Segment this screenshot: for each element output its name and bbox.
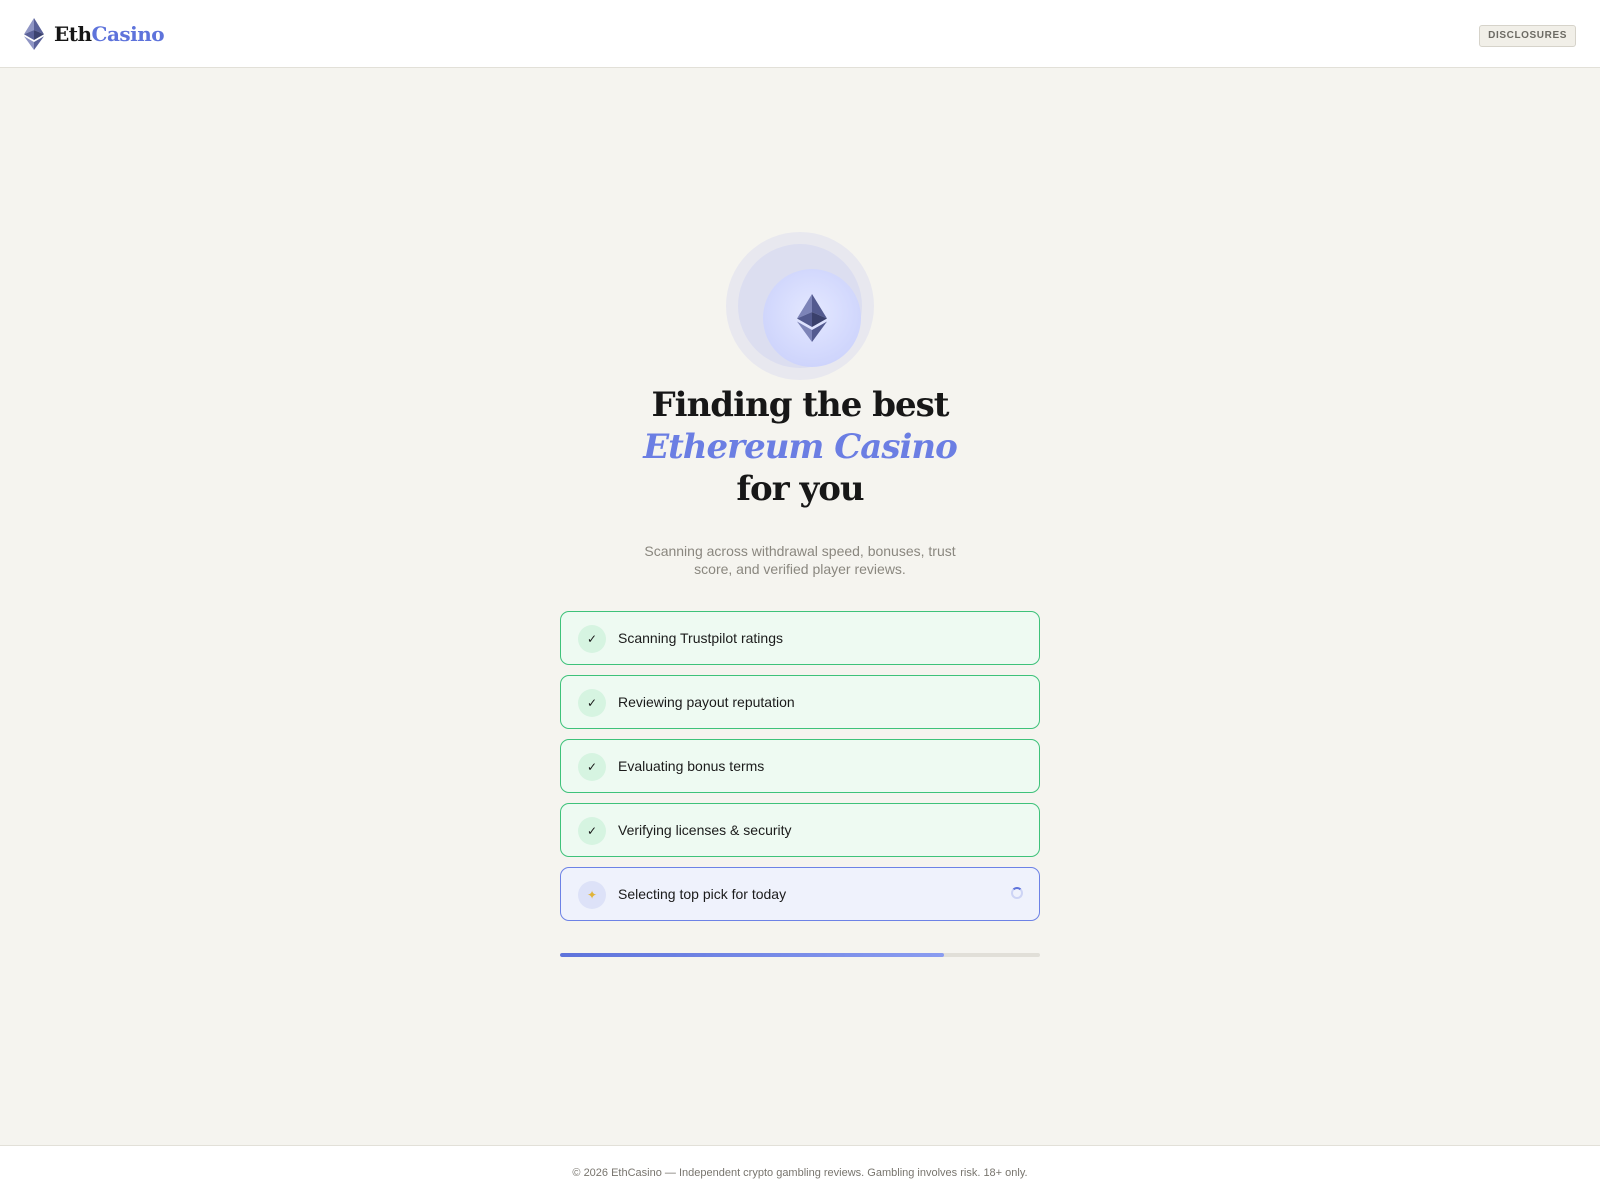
page-subtitle-line1: Scanning across withdrawal speed, bonuse… xyxy=(644,543,956,559)
step-payout: ✓ Reviewing payout reputation xyxy=(560,675,1040,729)
step-trustpilot: ✓ Scanning Trustpilot ratings xyxy=(560,611,1040,665)
page-title-line1: Finding the best xyxy=(651,385,950,425)
footer-text: © 2026 EthCasino — Independent crypto ga… xyxy=(572,1167,1028,1179)
disclosures-button[interactable]: DISCLOSURES xyxy=(1479,25,1576,47)
main-content: Finding the best Ethereum Casino for you… xyxy=(0,68,1600,1145)
hero-icon-ring xyxy=(738,244,862,368)
step-licenses: ✓ Verifying licenses & security xyxy=(560,803,1040,857)
site-footer: © 2026 EthCasino — Independent crypto ga… xyxy=(0,1145,1600,1200)
page-title: Finding the best Ethereum Casino for you xyxy=(500,384,1100,510)
progress-bar xyxy=(560,953,1040,957)
page-subtitle-line2: score, and verified player reviews. xyxy=(694,561,906,577)
scan-steps-list: ✓ Scanning Trustpilot ratings ✓ Reviewin… xyxy=(560,611,1040,931)
logo-text-eth: Eth xyxy=(54,22,92,46)
loading-spinner-icon xyxy=(1011,887,1023,899)
page-subtitle: Scanning across withdrawal speed, bonuse… xyxy=(600,542,1000,578)
check-icon: ✓ xyxy=(578,689,606,717)
site-logo[interactable]: EthCasino xyxy=(24,18,165,50)
ethereum-icon xyxy=(24,18,44,50)
step-label: Scanning Trustpilot ratings xyxy=(618,630,783,646)
check-icon: ✓ xyxy=(578,625,606,653)
logo-text-casino: Casino xyxy=(91,22,165,46)
check-icon: ✓ xyxy=(578,753,606,781)
page-title-line3: for you xyxy=(736,469,864,509)
page-title-accent: Ethereum Casino xyxy=(643,427,958,467)
step-bonus: ✓ Evaluating bonus terms xyxy=(560,739,1040,793)
hero-icon-circle xyxy=(763,269,861,367)
step-top-pick: ✦ Selecting top pick for today xyxy=(560,867,1040,921)
sparkles-icon: ✦ xyxy=(578,881,606,909)
step-label: Evaluating bonus terms xyxy=(618,758,765,774)
step-label: Reviewing payout reputation xyxy=(618,694,795,710)
step-label: Selecting top pick for today xyxy=(618,886,787,902)
ethereum-icon xyxy=(797,294,827,342)
logo-text: EthCasino xyxy=(54,22,165,46)
step-label: Verifying licenses & security xyxy=(618,822,792,838)
site-header: EthCasino DISCLOSURES xyxy=(0,0,1600,68)
hero-icon-badge xyxy=(726,232,874,380)
progress-bar-fill xyxy=(560,953,944,957)
check-icon: ✓ xyxy=(578,817,606,845)
